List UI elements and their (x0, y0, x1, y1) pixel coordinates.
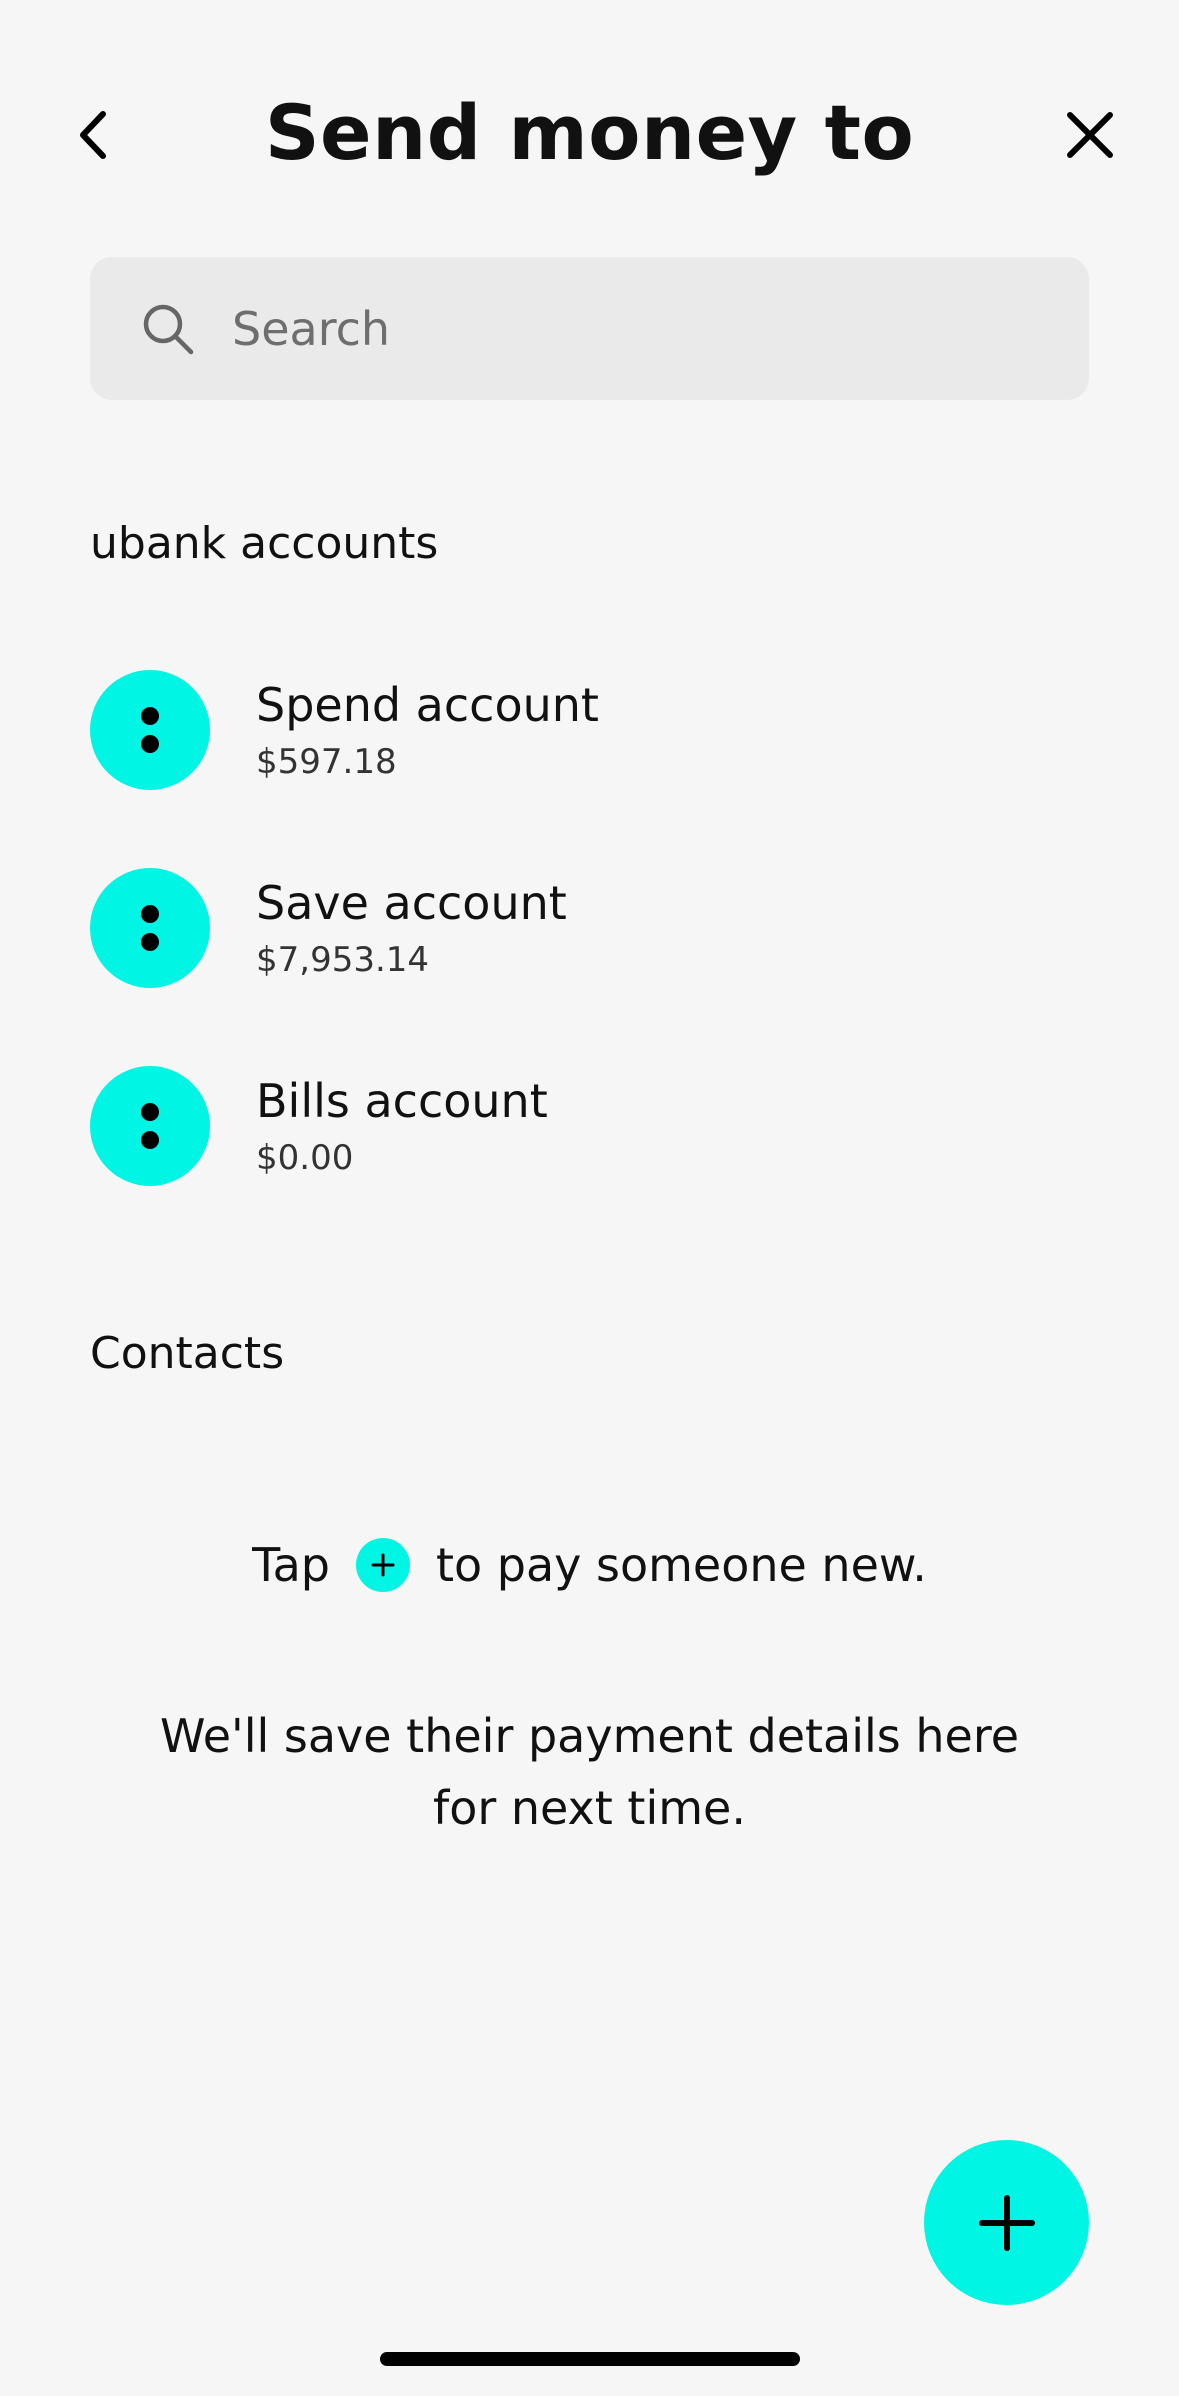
save-details-message: We'll save their payment details here fo… (159, 1709, 1020, 1835)
tap-to-pay-hint: Tap to pay someone new. (0, 1538, 1179, 1592)
plus-icon (355, 1538, 410, 1592)
account-balance: $7,953.14 (256, 939, 430, 980)
more-vertical-icon (90, 868, 210, 988)
contacts-heading: Contacts (90, 1328, 285, 1379)
close-icon (1067, 112, 1113, 158)
tap-hint-before: Tap (252, 1538, 330, 1592)
search-icon (143, 304, 194, 354)
account-row-bills[interactable]: Bills account $0.00 (90, 1066, 1090, 1186)
ubank-accounts-heading: ubank accounts (90, 518, 439, 569)
add-payee-button[interactable] (924, 2140, 1089, 2305)
more-vertical-icon (90, 1066, 210, 1186)
plus-icon (978, 2194, 1035, 2251)
account-balance: $0.00 (256, 1137, 354, 1178)
close-button[interactable] (1060, 105, 1120, 165)
tap-hint-after: to pay someone new. (435, 1538, 927, 1592)
account-name: Bills account (256, 1074, 548, 1129)
send-money-screen: Send money to ubank accounts Spend accou… (0, 0, 1179, 2396)
account-balance: $597.18 (256, 741, 397, 782)
home-indicator[interactable] (380, 2352, 800, 2366)
search-input[interactable] (232, 301, 992, 356)
page-title: Send money to (264, 88, 915, 177)
more-vertical-icon (90, 670, 210, 790)
account-name: Spend account (256, 678, 599, 733)
account-row-spend[interactable]: Spend account $597.18 (90, 670, 1090, 790)
account-name: Save account (256, 876, 567, 931)
account-row-save[interactable]: Save account $7,953.14 (90, 868, 1090, 988)
search-bar[interactable] (90, 257, 1089, 400)
